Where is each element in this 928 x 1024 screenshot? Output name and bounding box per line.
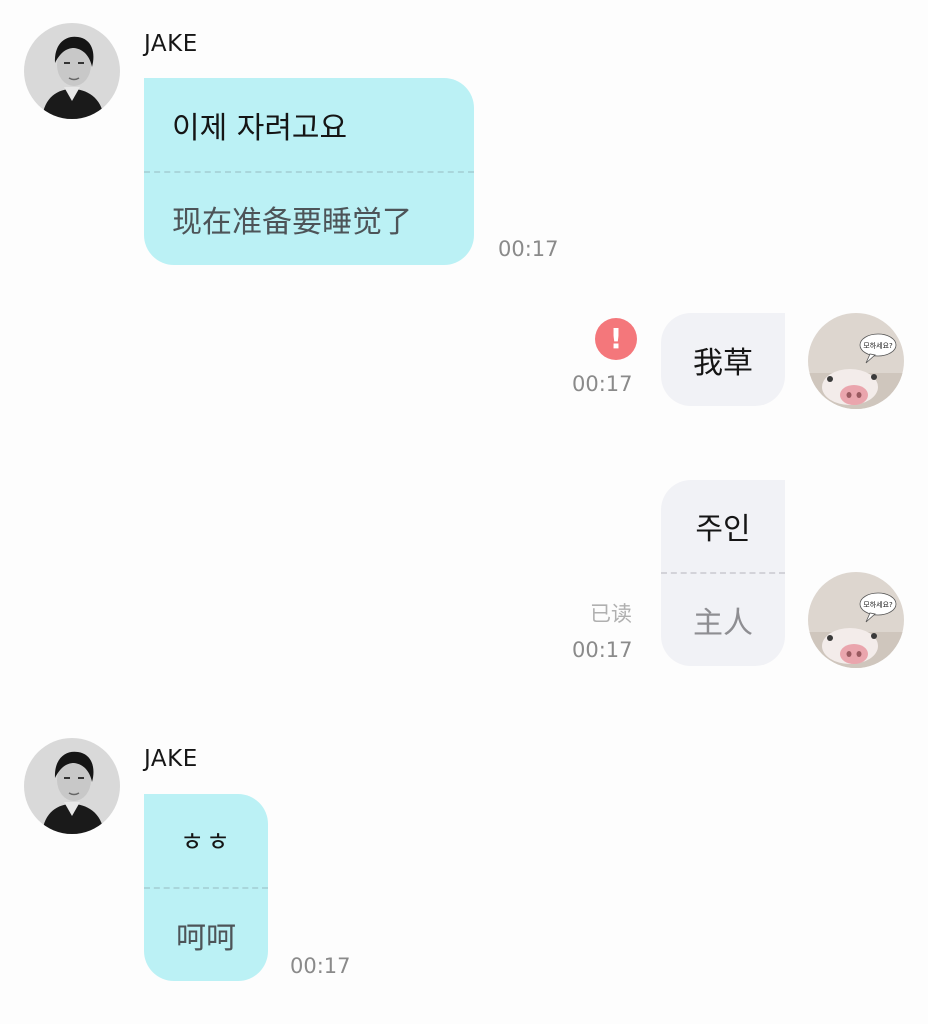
- sticker-speech-text: 모하세요?: [863, 341, 893, 350]
- message-bubble-outgoing[interactable]: 我草: [661, 313, 785, 406]
- self-avatar[interactable]: 모하세요?: [808, 313, 904, 409]
- sticker-speech-text: 모하세요?: [863, 600, 893, 609]
- message-text-original: ㅎㅎ: [180, 828, 232, 858]
- portrait-avatar-image: [24, 738, 120, 834]
- message-timestamp: 00:17: [572, 372, 633, 396]
- message-text-original: 주인: [695, 512, 751, 547]
- message-timestamp: 00:17: [572, 638, 633, 662]
- message-text-translation: 主人: [693, 606, 753, 641]
- message-text-translation: 现在准备要睡觉了: [172, 205, 412, 240]
- sender-name: JAKE: [144, 31, 198, 57]
- contact-avatar[interactable]: [24, 23, 120, 119]
- message-text-original: 我草: [693, 345, 753, 381]
- message-bubble-outgoing[interactable]: 주인 主人: [661, 480, 785, 666]
- exclamation-circle-icon[interactable]: !: [595, 318, 637, 360]
- self-avatar[interactable]: 모하세요?: [808, 572, 904, 668]
- message-bubble-incoming[interactable]: ㅎㅎ 呵呵: [144, 794, 268, 981]
- portrait-avatar-image: [24, 23, 120, 119]
- pig-avatar-image: 모하세요?: [808, 313, 904, 409]
- pig-avatar-image: 모하세요?: [808, 572, 904, 668]
- sender-name: JAKE: [144, 746, 198, 772]
- contact-avatar[interactable]: [24, 738, 120, 834]
- message-timestamp: 00:17: [498, 237, 559, 261]
- message-text-translation: 呵呵: [176, 921, 236, 956]
- read-receipt: 已读: [590, 602, 632, 626]
- message-timestamp: 00:17: [290, 954, 351, 978]
- message-text-original: 이제 자려고요: [172, 110, 348, 146]
- message-bubble-incoming[interactable]: 이제 자려고요 现在准备要睡觉了: [144, 78, 474, 265]
